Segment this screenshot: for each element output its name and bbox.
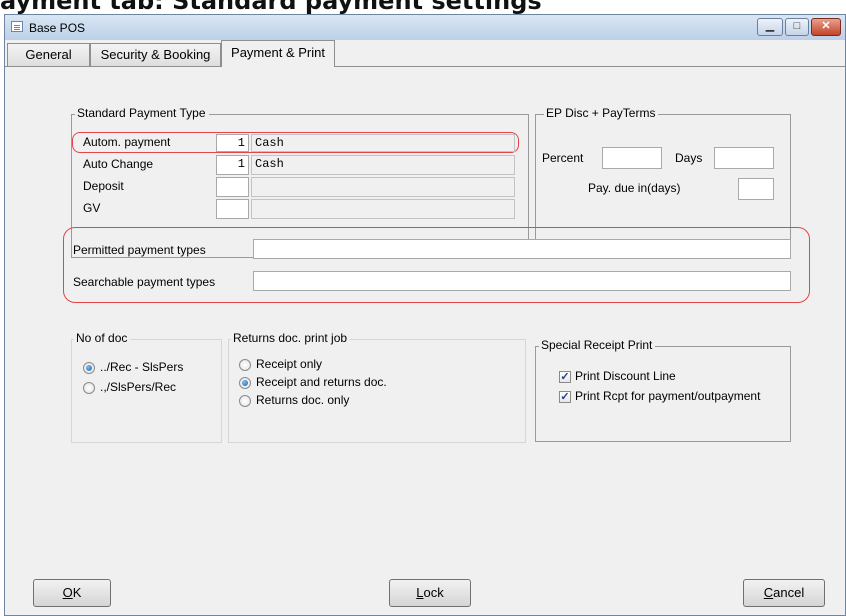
returns-doc-only-radio[interactable] bbox=[239, 395, 251, 407]
searchable-payment-types-label: Searchable payment types bbox=[73, 275, 216, 289]
print-discount-line-checkbox[interactable]: ✓ bbox=[559, 371, 571, 383]
pay-due-field[interactable] bbox=[738, 178, 774, 200]
title-bar[interactable]: Base POS ▁ □ ✕ bbox=[5, 15, 845, 40]
returns-doc-only-label[interactable]: Returns doc. only bbox=[256, 393, 349, 407]
print-rcpt-payment-label[interactable]: Print Rcpt for payment/outpayment bbox=[575, 389, 760, 403]
print-discount-line-label[interactable]: Print Discount Line bbox=[575, 369, 676, 383]
gv-name-field bbox=[251, 199, 515, 219]
slspers-rec-radio[interactable] bbox=[83, 382, 95, 394]
window-icon bbox=[11, 21, 23, 32]
window-title: Base POS bbox=[29, 21, 86, 35]
tab-general[interactable]: General bbox=[7, 43, 90, 66]
cancel-mnemonic: C bbox=[763, 585, 774, 600]
receipt-only-radio[interactable] bbox=[239, 359, 251, 371]
auto-change-name-field: Cash bbox=[251, 155, 515, 175]
base-pos-window: Base POS ▁ □ ✕ General Security & Bookin… bbox=[4, 14, 846, 616]
print-rcpt-payment-checkbox[interactable]: ✓ bbox=[559, 391, 571, 403]
cancel-button[interactable]: Cancel bbox=[743, 579, 825, 607]
rec-slspers-label[interactable]: ../Rec - SlsPers bbox=[100, 360, 183, 374]
receipt-only-label[interactable]: Receipt only bbox=[256, 357, 322, 371]
ok-mnemonic: O bbox=[62, 585, 73, 600]
dialog-content: General Security & Booking Payment & Pri… bbox=[5, 40, 845, 615]
caption-text: ayment tab: Standard payment settings bbox=[0, 0, 542, 14]
autom-payment-name-field: Cash bbox=[251, 134, 515, 152]
special-receipt-print-legend: Special Receipt Print bbox=[539, 338, 656, 352]
permitted-payment-types-field[interactable] bbox=[253, 239, 791, 259]
pay-due-label: Pay. due in(days) bbox=[588, 181, 681, 195]
cancel-label-rest: ancel bbox=[773, 585, 805, 600]
auto-change-code-field[interactable]: 1 bbox=[216, 155, 249, 175]
searchable-payment-types-field[interactable] bbox=[253, 271, 791, 291]
returns-doc-print-job-group: Returns doc. print job bbox=[228, 331, 526, 443]
slspers-rec-label[interactable]: .,/SlsPers/Rec bbox=[100, 380, 176, 394]
tab-payment-print[interactable]: Payment & Print bbox=[221, 40, 335, 67]
close-button[interactable]: ✕ bbox=[811, 18, 841, 36]
cropped-caption: ayment tab: Standard payment settings bbox=[0, 0, 846, 14]
autom-payment-label: Autom. payment bbox=[83, 135, 171, 149]
tab-security-booking[interactable]: Security & Booking bbox=[90, 43, 221, 66]
days-field[interactable] bbox=[714, 147, 774, 169]
percent-field[interactable] bbox=[602, 147, 662, 169]
rec-slspers-radio[interactable] bbox=[83, 362, 95, 374]
tab-strip-border bbox=[5, 66, 845, 67]
standard-payment-type-legend: Standard Payment Type bbox=[75, 106, 209, 120]
minimize-button[interactable]: ▁ bbox=[757, 18, 783, 36]
auto-change-label: Auto Change bbox=[83, 157, 154, 171]
gv-code-field[interactable] bbox=[216, 199, 249, 219]
autom-payment-code-field[interactable]: 1 bbox=[216, 134, 249, 152]
lock-button[interactable]: Lock bbox=[389, 579, 471, 607]
ok-label-rest: K bbox=[72, 585, 82, 600]
percent-label: Percent bbox=[542, 151, 584, 165]
deposit-code-field[interactable] bbox=[216, 177, 249, 197]
no-of-doc-legend: No of doc bbox=[74, 331, 131, 345]
gv-label: GV bbox=[83, 201, 101, 215]
deposit-label: Deposit bbox=[83, 179, 124, 193]
returns-doc-print-job-legend: Returns doc. print job bbox=[231, 331, 351, 345]
ok-button[interactable]: OK bbox=[33, 579, 111, 607]
deposit-name-field bbox=[251, 177, 515, 197]
permitted-payment-types-label: Permitted payment types bbox=[73, 243, 206, 257]
ep-disc-payterms-legend: EP Disc + PayTerms bbox=[544, 106, 659, 120]
maximize-button[interactable]: □ bbox=[785, 18, 809, 36]
receipt-and-returns-doc-label[interactable]: Receipt and returns doc. bbox=[256, 375, 387, 389]
lock-mnemonic: L bbox=[416, 585, 424, 600]
receipt-and-returns-doc-radio[interactable] bbox=[239, 377, 251, 389]
lock-label-rest: ock bbox=[423, 585, 444, 600]
days-label: Days bbox=[675, 151, 703, 165]
